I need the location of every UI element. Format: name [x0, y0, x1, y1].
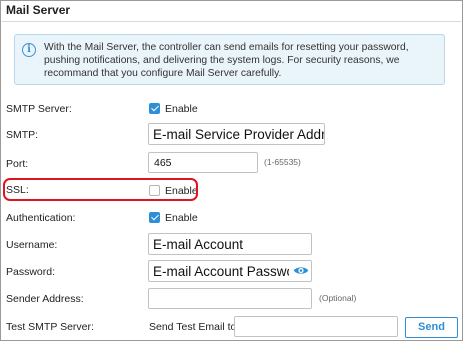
eye-icon[interactable] — [293, 265, 309, 276]
port-label: Port: — [6, 158, 29, 170]
smtp-server-label: SMTP Server: — [6, 103, 72, 115]
section-title: Mail Server — [6, 3, 71, 17]
sender-address-label: Sender Address: — [6, 293, 84, 305]
test-smtp-server-label: Test SMTP Server: — [6, 321, 94, 333]
send-test-email-button[interactable]: Send — [405, 317, 458, 338]
port-input[interactable] — [148, 152, 258, 173]
port-range-hint: (1-65535) — [264, 157, 301, 167]
mail-server-panel: Mail Server i With the Mail Server, the … — [0, 0, 463, 341]
title-divider — [2, 21, 461, 22]
smtp-label: SMTP: — [6, 129, 39, 141]
info-banner: i With the Mail Server, the controller c… — [14, 34, 445, 85]
sender-address-optional-hint: (Optional) — [319, 293, 357, 303]
authentication-label: Authentication: — [6, 212, 76, 224]
username-input[interactable] — [148, 233, 312, 255]
authentication-enable-checkbox[interactable] — [149, 212, 160, 223]
authentication-enable-label: Enable — [165, 212, 198, 224]
smtp-address-input[interactable] — [148, 123, 325, 145]
sender-address-input[interactable] — [148, 288, 312, 309]
info-text: With the Mail Server, the controller can… — [44, 42, 409, 79]
smtp-server-enable-checkbox[interactable] — [149, 103, 160, 114]
test-email-input[interactable] — [234, 316, 398, 337]
username-label: Username: — [6, 239, 58, 251]
password-input[interactable] — [148, 260, 312, 282]
ssl-highlight-ring — [3, 178, 198, 201]
password-label: Password: — [6, 266, 56, 278]
info-icon: i — [22, 43, 36, 57]
send-test-email-label: Send Test Email to — [149, 321, 237, 333]
smtp-server-enable-label: Enable — [165, 103, 198, 115]
